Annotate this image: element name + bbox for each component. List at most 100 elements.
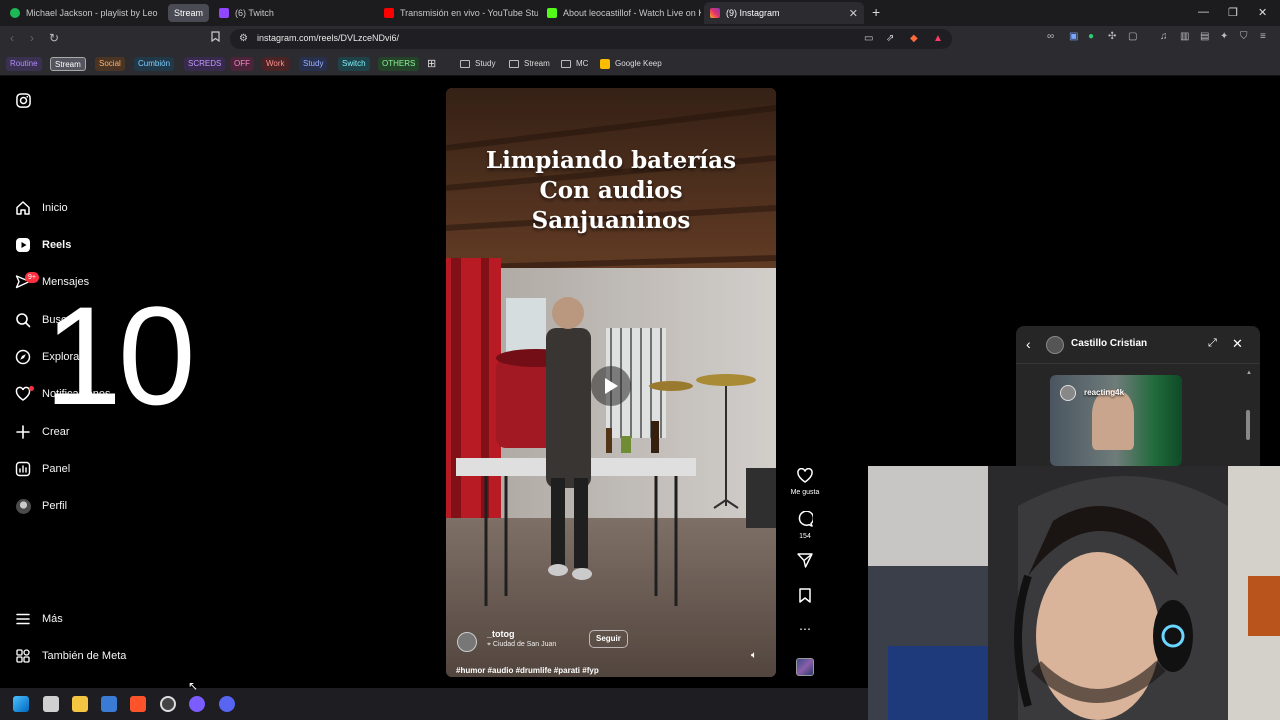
bookmark-group-work[interactable]: Work [262, 57, 289, 71]
bookmark-group-off[interactable]: OFF [230, 57, 254, 71]
bookmark-group-others[interactable]: OTHERS [378, 57, 420, 71]
bookmark-group-switch[interactable]: Switch [338, 57, 370, 71]
sidebar-item-perfil[interactable]: Perfil [14, 494, 67, 518]
audio-thumbnail[interactable] [796, 658, 814, 676]
chevron-left-icon[interactable]: ‹ [1026, 336, 1031, 352]
author-username[interactable]: _totog [487, 629, 515, 639]
reel-hashtags[interactable]: #humor #audio #drumlife #parati #fyp [456, 666, 599, 675]
comment-icon [789, 510, 821, 530]
tab-group-stream[interactable]: Stream [168, 4, 210, 22]
bookmark-folder-label: Stream [524, 59, 550, 68]
task-view-icon[interactable] [43, 696, 59, 712]
bookmark-folder-stream[interactable]: Stream [509, 57, 550, 71]
spotify-icon [10, 8, 20, 18]
extension-screenshot-icon[interactable]: ▢ [1128, 31, 1137, 42]
reel-caption-line: Con audios [539, 177, 683, 204]
sidebar-item-label: Más [42, 613, 63, 625]
brave-rewards-icon[interactable]: ▲ [933, 33, 943, 44]
reel-video[interactable]: Limpiando baterías Con audios Sanjuanino… [446, 88, 776, 677]
vpn-icon[interactable]: ⛉ [1240, 31, 1248, 42]
more-options-icon[interactable]: ⋯ [789, 622, 821, 636]
bookmark-group-screds[interactable]: SCREDS [184, 57, 226, 71]
url-text: instagram.com/reels/DVLzceNDvi6/ [257, 33, 400, 43]
tab-instagram[interactable]: (9) Instagram ✕ [704, 2, 864, 24]
sidebar-item-mas[interactable]: Más [14, 607, 63, 631]
send-icon [789, 553, 821, 571]
extension-grammar-icon[interactable]: ● [1088, 31, 1094, 42]
sidebar-item-tambien-de-meta[interactable]: También de Meta [14, 644, 126, 668]
brave-shield-icon[interactable]: ◆ [910, 33, 918, 44]
bookmark-page-icon[interactable] [211, 31, 220, 45]
windows-start-icon[interactable] [13, 696, 29, 712]
shared-reel-username: reacting4k [1084, 388, 1125, 397]
shared-reel-card[interactable]: reacting4k [1050, 375, 1182, 466]
site-info-icon[interactable]: ⚙ [239, 33, 248, 44]
tab-twitch[interactable]: (6) Twitch [213, 2, 373, 24]
bookmark-folder-mc[interactable]: MC [561, 57, 588, 71]
extension-glasses-icon[interactable]: ∞ [1047, 31, 1054, 42]
share-button[interactable] [789, 553, 821, 571]
leo-ai-icon[interactable]: ✦ [1220, 31, 1228, 42]
share-icon[interactable]: ⇗ [886, 33, 894, 44]
menu-icon[interactable]: ≡ [1260, 31, 1266, 42]
author-avatar[interactable] [457, 632, 477, 652]
explore-icon [14, 348, 32, 366]
new-tab-button[interactable]: + [872, 4, 880, 20]
bookmark-group-social[interactable]: Social [95, 57, 125, 71]
bookmark-group-study[interactable]: Study [299, 57, 328, 71]
chat-contact-name[interactable]: Castillo Cristian [1071, 338, 1147, 349]
instagram-logo-icon[interactable] [16, 93, 31, 113]
tab-youtube-studio[interactable]: Transmisión en vivo - YouTube Studio [378, 2, 538, 24]
save-button[interactable] [789, 588, 821, 606]
streaming-app-icon[interactable] [189, 696, 205, 712]
sidebar-item-inicio[interactable]: Inicio [14, 196, 68, 220]
twitch-icon [219, 8, 229, 18]
media-icon[interactable]: ♫ [1160, 31, 1168, 42]
close-window-icon[interactable]: ✕ [1258, 6, 1267, 19]
play-icon [605, 378, 618, 394]
wallet-icon[interactable]: ▤ [1200, 31, 1209, 42]
restore-icon[interactable]: ❐ [1228, 6, 1238, 19]
tab-kick[interactable]: About leocastillof - Watch Live on Ki [541, 2, 701, 24]
bookmark-group-routine[interactable]: Routine [6, 57, 42, 71]
like-button[interactable]: Me gusta [789, 467, 821, 496]
bookmark-google-keep[interactable]: Google Keep [600, 57, 662, 71]
play-button[interactable] [591, 366, 631, 406]
reel-caption-overlay: Limpiando baterías Con audios Sanjuanino… [446, 146, 776, 236]
follow-button[interactable]: Seguir [589, 630, 628, 648]
chat-scrollbar[interactable]: ▲ [1246, 370, 1252, 466]
instagram-icon [710, 8, 720, 18]
sidebar-item-reels[interactable]: Reels [14, 233, 71, 257]
reel-location[interactable]: ⌖ Ciudad de San Juan [487, 641, 556, 649]
brave-browser-icon[interactable] [130, 696, 146, 712]
address-bar[interactable]: ⚙ instagram.com/reels/DVLzceNDvi6/ ▭ ⇗ ◆… [230, 29, 952, 49]
bookmark-group-cumbion[interactable]: Cumbión [134, 57, 175, 71]
minimize-icon[interactable]: — [1198, 6, 1209, 18]
discord-icon[interactable] [219, 696, 235, 712]
extension-translate-icon[interactable]: ▣ [1069, 31, 1078, 42]
chat-avatar[interactable] [1046, 336, 1064, 354]
close-tab-icon[interactable]: ✕ [849, 7, 858, 20]
microsoft-store-icon[interactable] [101, 696, 117, 712]
volume-icon[interactable]: 🔈︎ [751, 650, 757, 661]
bookmark-icon [789, 588, 821, 606]
reload-icon[interactable]: ↻ [49, 31, 59, 45]
bookmark-folder-label: Study [475, 59, 496, 68]
bookmark-folder-study[interactable]: Study [460, 57, 495, 71]
extensions-icon[interactable]: ✣ [1108, 31, 1116, 42]
cast-icon[interactable]: ▭ [864, 33, 873, 44]
comment-button[interactable]: 154 [789, 510, 821, 540]
webcam-feed [868, 466, 1280, 720]
back-icon[interactable]: ‹ [10, 31, 14, 45]
obs-icon[interactable] [160, 696, 176, 712]
expand-icon[interactable]: ⤢ [1208, 337, 1217, 350]
sidebar-item-panel[interactable]: Panel [14, 457, 70, 481]
forward-icon[interactable]: › [30, 31, 34, 45]
file-explorer-icon[interactable] [72, 696, 88, 712]
sidebar-toggle-icon[interactable]: ▥ [1180, 31, 1189, 42]
close-icon[interactable]: ✕ [1232, 336, 1243, 352]
tab-spotify[interactable]: Michael Jackson - playlist by Leo | Sp [4, 2, 160, 24]
apps-grid-icon[interactable]: ⊞ [427, 57, 436, 71]
navigation-bar: ‹ › ↻ ⚙ instagram.com/reels/DVLzceNDvi6/… [0, 26, 1280, 52]
bookmark-group-stream[interactable]: Stream [50, 57, 86, 71]
